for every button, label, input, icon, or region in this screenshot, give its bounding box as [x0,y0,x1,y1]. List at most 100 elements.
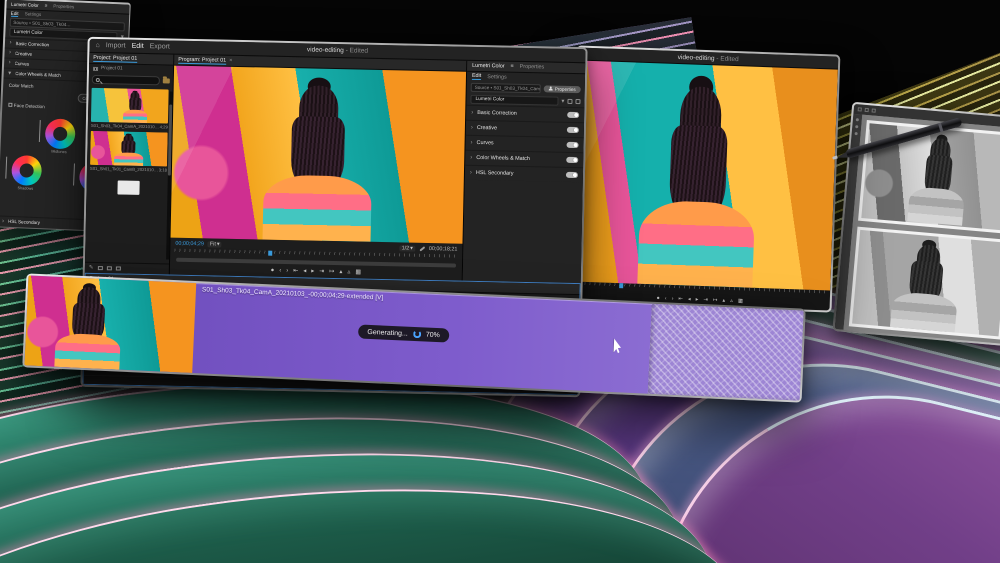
face-detection-row: Face Detection [8,102,45,109]
go-to-in-button[interactable]: ⇤ [678,296,683,302]
extract-button[interactable]: ▵ [730,297,733,303]
chevron-right-icon: › [470,155,472,161]
section-toggle[interactable] [567,127,579,133]
shadows-label: Shadows [5,185,45,191]
close-icon[interactable]: × [229,58,232,64]
mark-out-button[interactable]: › [286,268,288,274]
section-label: Curves [477,140,563,148]
subtab-edit[interactable]: Edit [472,73,481,80]
marker-button[interactable]: ● [656,295,659,301]
source-clip-field[interactable]: Source • S01_Sh03_Tk04_CamA… [471,82,541,92]
shadows-slider[interactable] [5,156,7,178]
export-frame-button[interactable]: ▦ [738,298,743,304]
playback-resolution-select[interactable]: 1/2 ▾ [400,245,415,251]
section-label: HSL Secondary [476,170,562,178]
list-view-icon[interactable] [97,266,102,270]
subtab-edit[interactable]: Edit [11,10,19,16]
figure [122,90,149,123]
figure-torso [123,110,147,123]
section-label: Color Wheels & Match [476,155,562,163]
lift-button[interactable]: ▴ [339,268,342,275]
lift-button[interactable]: ▴ [722,297,725,303]
properties-pill-button[interactable]: Properties [544,85,581,93]
tab-program[interactable]: Program: Project 01 [178,56,226,64]
section-toggle[interactable] [567,112,579,118]
section-toggle[interactable] [566,157,578,163]
tool-icon[interactable] [872,108,876,112]
step-back-button[interactable]: ◂ [688,296,691,302]
tool-icon[interactable] [865,108,869,112]
highlights-slider[interactable] [73,163,75,185]
asset-item[interactable]: S01_Sh03_Tk04_CamA_2021010… 4;29 [91,88,169,130]
panel-menu-icon[interactable]: ≡ [45,3,48,8]
go-to-in-button[interactable]: ⇤ [293,267,298,274]
chevron-down-icon[interactable]: ▾ [561,97,564,104]
figure-torso [638,200,756,288]
asset-item[interactable]: S01_Sh01_Tk01_CamB_2021010… 3;18 [90,131,168,173]
extract-button[interactable]: ▵ [347,268,350,275]
asset-thumbnail [90,131,168,167]
mark-in-button[interactable]: ‹ [279,267,281,273]
fx-icon[interactable] [567,98,572,103]
export-frame-button[interactable]: ▦ [355,268,361,275]
play-button[interactable]: ▸ [311,268,314,275]
tab-lumetri-color[interactable]: Lumetri Color [472,63,504,70]
settings-wrench-icon[interactable] [419,246,425,251]
bin-card[interactable] [117,180,139,194]
chevron-down-icon: ▾ [217,241,220,247]
figure [51,281,125,370]
storyboard-sketch-2 [852,229,1000,336]
section-toggle[interactable] [566,172,578,178]
mark-out-button[interactable]: › [672,295,674,301]
new-bin-icon[interactable] [163,78,170,83]
asset-duration: 3;18 [159,167,167,172]
storyboard-frame-1[interactable] [858,120,1000,233]
chevron-right-icon: › [471,140,473,146]
tab-properties[interactable]: Properties [53,3,74,9]
go-to-out-button[interactable]: ⇥ [703,297,708,303]
tab-lumetri-color[interactable]: Lumetri Color [11,1,39,7]
tab-project[interactable]: Project: Project 01 [93,54,137,62]
go-to-out-button[interactable]: ⇥ [319,268,324,275]
tab-properties[interactable]: Properties [520,64,545,71]
tool-icon[interactable] [855,125,858,128]
midtones-color-wheel[interactable] [44,118,75,149]
loop-button[interactable]: ↦ [713,297,718,303]
loop-button[interactable]: ↦ [329,268,334,275]
marker-button[interactable]: ● [271,267,275,273]
panel-menu-icon[interactable]: ≡ [510,64,513,70]
preset-select[interactable]: Lumetri Color [470,94,558,105]
grid-view-icon [93,66,98,70]
search-icon [96,77,100,81]
subtab-settings[interactable]: Settings [25,11,42,17]
asset-name: S01_Sh01_Tk01_CamB_2021010… [90,166,158,172]
tool-icon[interactable] [855,132,858,135]
asset-thumbnail [91,88,169,124]
play-button[interactable]: ▸ [696,296,699,302]
playhead[interactable] [268,251,272,256]
icon-view-icon[interactable] [106,266,111,270]
zoom-select[interactable]: Fit ▾ [208,241,222,247]
edit-icon[interactable]: ✎ [89,265,94,271]
playhead[interactable] [619,283,623,288]
project-panel: Project: Project 01 Project 01 [85,53,174,275]
generating-status: Generating... [367,329,408,338]
storyboard-frame-2[interactable] [849,226,1000,339]
search-input[interactable] [92,75,160,85]
mark-in-button[interactable]: ‹ [665,295,667,301]
section-label: Creative [477,125,563,133]
tool-icon[interactable] [858,107,862,111]
midtones-slider[interactable] [38,120,40,142]
subtab-settings[interactable]: Settings [487,74,507,80]
tool-icon[interactable] [856,118,859,121]
lumetri-color-panel: Lumetri Color ≡ Properties Edit Settings… [463,61,586,283]
step-back-button[interactable]: ◂ [303,267,306,274]
new-item-icon[interactable] [115,266,120,270]
zoom-value: Fit [210,241,216,247]
current-timecode[interactable]: 00;00;04;29 [175,240,204,247]
face-detection-checkbox[interactable] [8,103,12,107]
section-toggle[interactable] [566,142,578,148]
shadows-color-wheel[interactable] [11,154,42,185]
compare-icon[interactable] [575,99,580,104]
program-viewport [171,66,467,244]
